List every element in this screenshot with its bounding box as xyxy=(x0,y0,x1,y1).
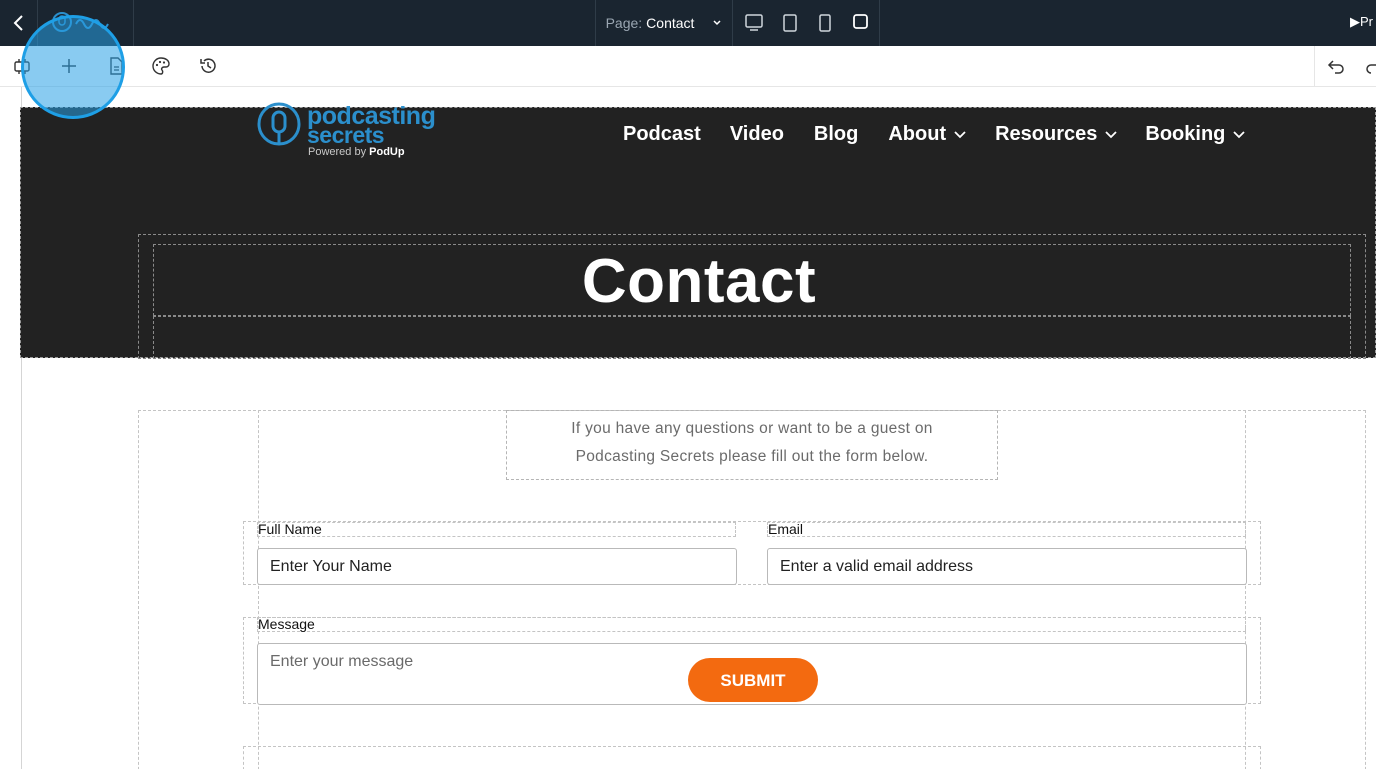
square-view-icon[interactable] xyxy=(852,14,870,32)
nav-item-about[interactable]: About xyxy=(888,123,966,146)
nav-item-label: About xyxy=(888,123,947,145)
undo-redo-group xyxy=(1314,46,1376,87)
add-icon[interactable] xyxy=(59,56,79,76)
nav-item-resources[interactable]: Resources xyxy=(995,123,1118,146)
chevron-left-icon xyxy=(13,15,23,31)
page-selector[interactable]: Page: Contact xyxy=(595,0,733,46)
chevron-down-icon xyxy=(1233,130,1246,138)
site-logo[interactable]: podcasting secrets Powered by PodUp xyxy=(255,102,455,166)
podup-logo-icon xyxy=(52,12,109,32)
nav-item-blog[interactable]: Blog xyxy=(814,123,858,146)
layers-icon[interactable] xyxy=(12,56,32,76)
email-label: Email xyxy=(768,521,804,537)
microphone-logo-icon xyxy=(257,102,301,146)
email-label-outline xyxy=(767,522,1246,537)
chevron-down-icon xyxy=(954,130,966,138)
nav-item-podcast[interactable]: Podcast xyxy=(623,123,701,146)
app-logo xyxy=(38,0,134,46)
powered-by-brand: PodUp xyxy=(369,146,405,158)
preview-button[interactable]: ▶Pr xyxy=(1350,14,1373,30)
play-icon: ▶ xyxy=(1350,14,1360,29)
tablet-icon[interactable] xyxy=(782,14,798,32)
intro-text: If you have any questions or want to be … xyxy=(506,410,998,480)
page-selector-label: Page: xyxy=(605,15,643,31)
page-selector-value: Contact xyxy=(646,15,695,31)
powered-by-text: Powered by xyxy=(308,146,367,158)
nav-item-label: Video xyxy=(729,123,784,145)
mobile-icon[interactable] xyxy=(818,14,832,32)
preview-label: Pr xyxy=(1360,14,1373,29)
nav-item-video[interactable]: Video xyxy=(730,123,784,146)
history-icon[interactable] xyxy=(198,56,218,76)
submit-button[interactable]: SUBMIT xyxy=(688,658,818,702)
pages-icon[interactable] xyxy=(106,56,126,76)
full-name-input[interactable]: Enter Your Name xyxy=(257,548,737,585)
chevron-down-icon xyxy=(1105,130,1118,138)
redo-icon[interactable] xyxy=(1364,56,1376,76)
back-button[interactable] xyxy=(0,0,38,46)
hero-spacer-outline xyxy=(153,316,1351,359)
undo-icon[interactable] xyxy=(1326,56,1346,76)
logo-powered-by: Powered by PodUp xyxy=(308,146,405,158)
logo-text-line2: secrets xyxy=(307,122,385,148)
site-header[interactable]: podcasting secrets Powered by PodUp Podc… xyxy=(20,102,1376,359)
nav-item-label: Podcast xyxy=(623,123,701,145)
device-switcher xyxy=(734,0,880,46)
page-title: Contact xyxy=(581,247,817,316)
nav-item-label: Resources xyxy=(995,123,1098,145)
nav-item-label: Blog xyxy=(813,123,859,145)
nav-item-booking[interactable]: Booking xyxy=(1145,123,1246,146)
message-label: Message xyxy=(258,616,315,632)
full-name-label: Full Name xyxy=(258,521,322,537)
nav-item-label: Booking xyxy=(1145,123,1226,145)
editor-toolbar xyxy=(0,46,1376,87)
main-nav: Podcast Video Blog About Resources Booki… xyxy=(623,123,1246,146)
desktop-icon[interactable] xyxy=(744,14,764,32)
intro-line-2: Podcasting Secrets please fill out the f… xyxy=(575,448,929,465)
full-name-label-outline xyxy=(257,522,736,537)
intro-line-1: If you have any questions or want to be … xyxy=(571,420,933,437)
editor-top-bar: Page: Contact ▶Pr xyxy=(0,0,1376,46)
submit-row-outline xyxy=(243,746,1261,769)
palette-icon[interactable] xyxy=(151,56,171,76)
email-input[interactable]: Enter a valid email address xyxy=(767,548,1247,585)
chevron-down-icon xyxy=(713,20,721,26)
page-canvas: podcasting secrets Powered by PodUp Podc… xyxy=(0,87,1376,769)
message-label-outline xyxy=(257,617,1246,632)
